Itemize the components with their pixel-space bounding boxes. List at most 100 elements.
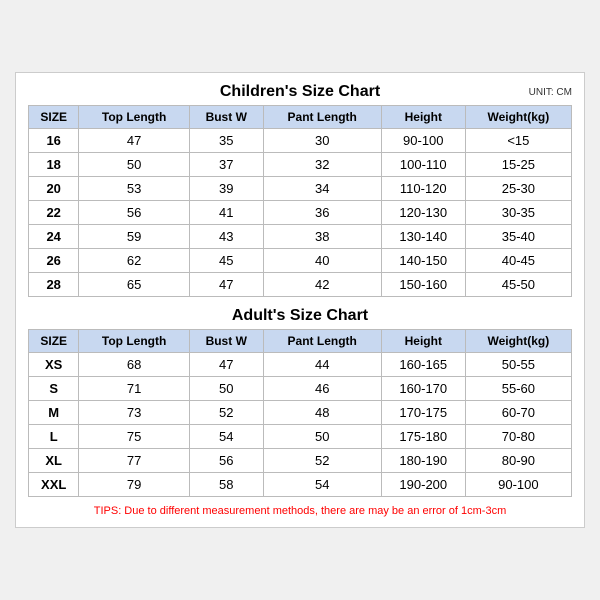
table-cell: 160-165 — [381, 353, 465, 377]
table-cell: 28 — [29, 273, 79, 297]
table-cell: 35-40 — [465, 225, 571, 249]
table-row: 18503732100-11015-25 — [29, 153, 572, 177]
table-cell: 80-90 — [465, 449, 571, 473]
table-cell: L — [29, 425, 79, 449]
col-bust-w: Bust W — [189, 106, 263, 129]
children-title: Children's Size Chart — [220, 83, 380, 101]
table-cell: 140-150 — [381, 249, 465, 273]
table-cell: 53 — [79, 177, 189, 201]
adult-header-row: SIZE Top Length Bust W Pant Length Heigh… — [29, 330, 572, 353]
table-cell: 59 — [79, 225, 189, 249]
table-cell: 68 — [79, 353, 189, 377]
col-size: SIZE — [29, 106, 79, 129]
table-row: S715046160-17055-60 — [29, 377, 572, 401]
table-cell: 45-50 — [465, 273, 571, 297]
table-cell: XXL — [29, 473, 79, 497]
col-top-length-adult: Top Length — [79, 330, 189, 353]
children-title-row: Children's Size Chart UNIT: CM — [28, 83, 572, 101]
table-cell: 32 — [263, 153, 381, 177]
table-cell: 56 — [189, 449, 263, 473]
col-height-adult: Height — [381, 330, 465, 353]
table-cell: 40 — [263, 249, 381, 273]
table-row: 22564136120-13030-35 — [29, 201, 572, 225]
table-row: 20533934110-12025-30 — [29, 177, 572, 201]
table-cell: 54 — [189, 425, 263, 449]
table-cell: 22 — [29, 201, 79, 225]
table-cell: 52 — [263, 449, 381, 473]
table-cell: 37 — [189, 153, 263, 177]
table-cell: 47 — [189, 353, 263, 377]
unit-label: UNIT: CM — [529, 87, 572, 98]
col-size-adult: SIZE — [29, 330, 79, 353]
table-row: 1647353090-100<15 — [29, 129, 572, 153]
table-cell: 48 — [263, 401, 381, 425]
table-cell: 150-160 — [381, 273, 465, 297]
table-cell: 16 — [29, 129, 79, 153]
table-cell: 34 — [263, 177, 381, 201]
table-cell: 42 — [263, 273, 381, 297]
table-cell: 39 — [189, 177, 263, 201]
table-cell: 43 — [189, 225, 263, 249]
table-cell: 15-25 — [465, 153, 571, 177]
table-cell: 50-55 — [465, 353, 571, 377]
col-bust-w-adult: Bust W — [189, 330, 263, 353]
table-cell: 190-200 — [381, 473, 465, 497]
table-cell: 50 — [263, 425, 381, 449]
table-cell: 50 — [79, 153, 189, 177]
table-cell: 90-100 — [465, 473, 571, 497]
col-height: Height — [381, 106, 465, 129]
table-row: 26624540140-15040-45 — [29, 249, 572, 273]
table-cell: 130-140 — [381, 225, 465, 249]
table-cell: 70-80 — [465, 425, 571, 449]
table-cell: 79 — [79, 473, 189, 497]
table-cell: 180-190 — [381, 449, 465, 473]
col-pant-length: Pant Length — [263, 106, 381, 129]
table-cell: 55-60 — [465, 377, 571, 401]
table-cell: 110-120 — [381, 177, 465, 201]
adult-size-table: SIZE Top Length Bust W Pant Length Heigh… — [28, 329, 572, 497]
table-cell: 38 — [263, 225, 381, 249]
table-cell: 40-45 — [465, 249, 571, 273]
table-cell: 24 — [29, 225, 79, 249]
table-cell: 46 — [263, 377, 381, 401]
table-cell: 26 — [29, 249, 79, 273]
table-cell: 170-175 — [381, 401, 465, 425]
col-top-length: Top Length — [79, 106, 189, 129]
table-cell: 90-100 — [381, 129, 465, 153]
table-cell: 73 — [79, 401, 189, 425]
table-cell: 175-180 — [381, 425, 465, 449]
table-row: XL775652180-19080-90 — [29, 449, 572, 473]
table-cell: 54 — [263, 473, 381, 497]
table-cell: 100-110 — [381, 153, 465, 177]
table-cell: 71 — [79, 377, 189, 401]
table-cell: 25-30 — [465, 177, 571, 201]
table-row: 28654742150-16045-50 — [29, 273, 572, 297]
table-cell: 58 — [189, 473, 263, 497]
table-cell: 50 — [189, 377, 263, 401]
table-cell: 77 — [79, 449, 189, 473]
table-cell: 44 — [263, 353, 381, 377]
table-cell: 160-170 — [381, 377, 465, 401]
table-row: XS684744160-16550-55 — [29, 353, 572, 377]
table-cell: 30-35 — [465, 201, 571, 225]
table-cell: 75 — [79, 425, 189, 449]
table-cell: <15 — [465, 129, 571, 153]
table-row: M735248170-17560-70 — [29, 401, 572, 425]
table-cell: 30 — [263, 129, 381, 153]
table-row: 24594338130-14035-40 — [29, 225, 572, 249]
table-cell: 60-70 — [465, 401, 571, 425]
col-weight-adult: Weight(kg) — [465, 330, 571, 353]
table-cell: 20 — [29, 177, 79, 201]
table-cell: 41 — [189, 201, 263, 225]
table-cell: 35 — [189, 129, 263, 153]
children-header-row: SIZE Top Length Bust W Pant Length Heigh… — [29, 106, 572, 129]
table-cell: 47 — [189, 273, 263, 297]
adult-title-row: Adult's Size Chart — [28, 307, 572, 325]
col-weight: Weight(kg) — [465, 106, 571, 129]
table-cell: 56 — [79, 201, 189, 225]
table-row: XXL795854190-20090-100 — [29, 473, 572, 497]
table-cell: 18 — [29, 153, 79, 177]
table-cell: 62 — [79, 249, 189, 273]
table-cell: 65 — [79, 273, 189, 297]
table-cell: XS — [29, 353, 79, 377]
